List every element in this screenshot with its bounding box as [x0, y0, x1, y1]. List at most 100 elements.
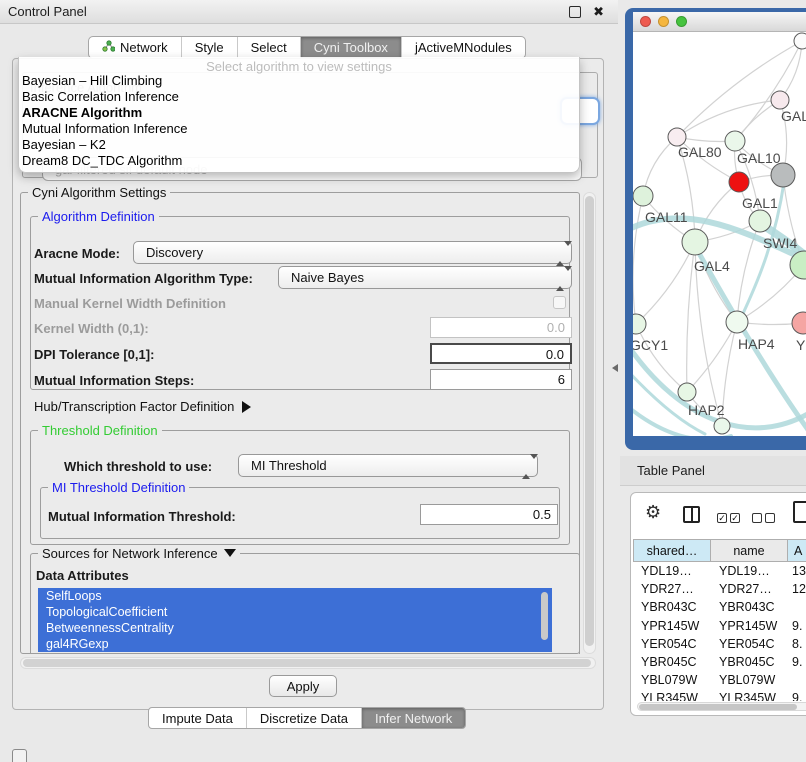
select-all-checkbox-icon[interactable]: ✓	[730, 513, 740, 523]
network-edge[interactable]	[735, 41, 802, 141]
close-icon[interactable]: ✖	[593, 4, 604, 20]
select-all-checkbox-icon[interactable]: ✓	[717, 513, 727, 523]
kernel-width-label: Kernel Width (0,1):	[34, 321, 149, 336]
network-node[interactable]	[794, 33, 806, 49]
attribute-list-item[interactable]: TopologicalCoefficient	[38, 604, 552, 620]
network-graph[interactable]: GALGAL80GAL10GAL1SWI4GAL11GAL4GCY1HAP4YH…	[633, 32, 806, 436]
sources-legend[interactable]: Sources for Network Inference	[38, 546, 240, 561]
network-edge[interactable]	[636, 242, 695, 324]
table-cell: YBR043C	[711, 600, 788, 614]
network-canvas[interactable]: GALGAL80GAL10GAL1SWI4GAL11GAL4GCY1HAP4YH…	[633, 32, 806, 436]
kernel-width-field[interactable]: 0.0	[430, 317, 572, 338]
split-columns-icon[interactable]	[683, 506, 700, 523]
mi-threshold-legend: MI Threshold Definition	[48, 480, 189, 495]
manual-kernel-width-label: Manual Kernel Width Definition	[34, 296, 226, 311]
table-row[interactable]: YBR045CYBR045C9.	[633, 653, 806, 671]
table-panel-card: ⚙ ✓ ✓ shared… name A YDL19…YDL19…13YDR27…	[630, 492, 806, 716]
table-row[interactable]: YER054CYER054C8.	[633, 635, 806, 653]
network-window-titlebar[interactable]	[633, 12, 806, 32]
table-row[interactable]: YDL19…YDL19…13	[633, 562, 806, 580]
splitter-collapse-arrow[interactable]	[612, 364, 618, 372]
manual-kernel-width-checkbox[interactable]	[553, 296, 566, 309]
network-node[interactable]	[633, 186, 653, 206]
threshold-definition-legend: Threshold Definition	[38, 423, 162, 438]
table-horizontal-scrollbar[interactable]	[637, 702, 806, 711]
attribute-list-item[interactable]: BetweennessCentrality	[38, 620, 552, 636]
algorithm-dropdown-item[interactable]: Dream8 DC_TDC Algorithm	[19, 153, 579, 169]
network-node[interactable]	[725, 131, 745, 151]
tab-network[interactable]: Network	[89, 37, 182, 58]
float-window-icon[interactable]	[569, 6, 581, 18]
attribute-list-item[interactable]: gal4RGexp	[38, 636, 552, 652]
data-attributes-list[interactable]: SelfLoopsTopologicalCoefficientBetweenne…	[38, 588, 552, 652]
network-edge[interactable]	[633, 196, 643, 324]
table-hscrollbar-thumb[interactable]	[639, 704, 797, 711]
mi-algorithm-type-combobox[interactable]: Naive Bayes	[278, 266, 572, 289]
deselect-all-checkbox-icon[interactable]	[765, 513, 775, 523]
hub-definition-expander[interactable]: Hub/Transcription Factor Definition	[34, 399, 251, 414]
minimize-traffic-light-icon[interactable]	[658, 16, 669, 27]
column-header-third[interactable]: A	[788, 539, 806, 562]
tab-discretize-data[interactable]: Discretize Data	[247, 708, 362, 728]
network-node[interactable]	[749, 210, 771, 232]
network-node[interactable]	[714, 418, 730, 434]
table-row[interactable]: YBR043CYBR043C	[633, 598, 806, 616]
tab-select[interactable]: Select	[238, 37, 301, 58]
algorithm-dropdown-item[interactable]: Bayesian – K2	[19, 137, 579, 153]
close-traffic-light-icon[interactable]	[640, 16, 651, 27]
float-panel-icon[interactable]	[12, 749, 27, 762]
column-header-shared-name[interactable]: shared…	[633, 539, 711, 562]
data-attributes-label: Data Attributes	[36, 568, 129, 583]
dpi-tolerance-label: DPI Tolerance [0,1]:	[34, 347, 154, 362]
table-row[interactable]: YLR345WYLR345W9.	[633, 689, 806, 701]
mi-threshold-label: Mutual Information Threshold:	[48, 509, 236, 524]
algorithm-dropdown-list: Bayesian – Hill ClimbingBasic Correlatio…	[19, 73, 579, 169]
network-node[interactable]	[771, 91, 789, 109]
tab-impute-data[interactable]: Impute Data	[149, 708, 247, 728]
control-panel-titlebar: Control Panel ✖	[0, 0, 618, 24]
node-label: SWI4	[763, 235, 797, 251]
export-table-icon[interactable]	[793, 501, 806, 523]
network-node[interactable]	[678, 383, 696, 401]
mi-steps-field[interactable]: 6	[430, 369, 572, 390]
network-node[interactable]	[792, 312, 806, 334]
horizontal-scrollbar-thumb[interactable]	[23, 659, 591, 667]
settings-horizontal-scrollbar[interactable]	[20, 657, 596, 669]
dpi-tolerance-field[interactable]: 0.0	[430, 343, 572, 364]
settings-vertical-scrollbar[interactable]	[583, 192, 596, 654]
table-cell: YBR045C	[711, 655, 788, 669]
network-edge[interactable]	[636, 324, 687, 392]
network-node[interactable]	[729, 172, 749, 192]
network-node[interactable]	[771, 163, 795, 187]
algorithm-dropdown-item[interactable]: Basic Correlation Inference	[19, 89, 579, 105]
algorithm-dropdown-item[interactable]: Bayesian – Hill Climbing	[19, 73, 579, 89]
network-node[interactable]	[682, 229, 708, 255]
network-view-window[interactable]: GALGAL80GAL10GAL1SWI4GAL11GAL4GCY1HAP4YH…	[625, 8, 806, 450]
algorithm-dropdown-item[interactable]: ARACNE Algorithm	[19, 105, 579, 121]
table-cell: 9.	[788, 691, 806, 701]
tab-infer-network[interactable]: Infer Network	[362, 708, 465, 728]
tab-style[interactable]: Style	[182, 37, 238, 58]
algorithm-dropdown-item[interactable]: Mutual Information Inference	[19, 121, 579, 137]
zoom-traffic-light-icon[interactable]	[676, 16, 687, 27]
table-cell: YPR145W	[633, 619, 711, 633]
tab-cyni-toolbox[interactable]: Cyni Toolbox	[301, 37, 402, 58]
network-node[interactable]	[726, 311, 748, 333]
deselect-all-checkbox-icon[interactable]	[752, 513, 762, 523]
tab-jactivemnodules[interactable]: jActiveMNodules	[402, 37, 525, 58]
column-header-name[interactable]: name	[711, 539, 788, 562]
combo-stepper-icon	[522, 459, 530, 474]
mi-threshold-field[interactable]: 0.5	[420, 504, 558, 525]
attributes-scrollbar-thumb[interactable]	[541, 592, 548, 640]
table-row[interactable]: YDR27…YDR27…12	[633, 580, 806, 598]
table-row[interactable]: YPR145WYPR145W9.	[633, 617, 806, 635]
apply-button[interactable]: Apply	[269, 675, 337, 697]
which-threshold-combobox[interactable]: MI Threshold	[238, 454, 538, 477]
attribute-list-item[interactable]: SelfLoops	[38, 588, 552, 604]
table-row[interactable]: YBL079WYBL079W	[633, 671, 806, 689]
gear-icon[interactable]: ⚙	[645, 502, 661, 523]
network-edge[interactable]	[677, 100, 780, 137]
aracne-mode-combobox[interactable]: Discovery	[133, 241, 572, 264]
vertical-scrollbar-thumb[interactable]	[585, 196, 594, 646]
which-threshold-value: MI Threshold	[251, 458, 327, 473]
